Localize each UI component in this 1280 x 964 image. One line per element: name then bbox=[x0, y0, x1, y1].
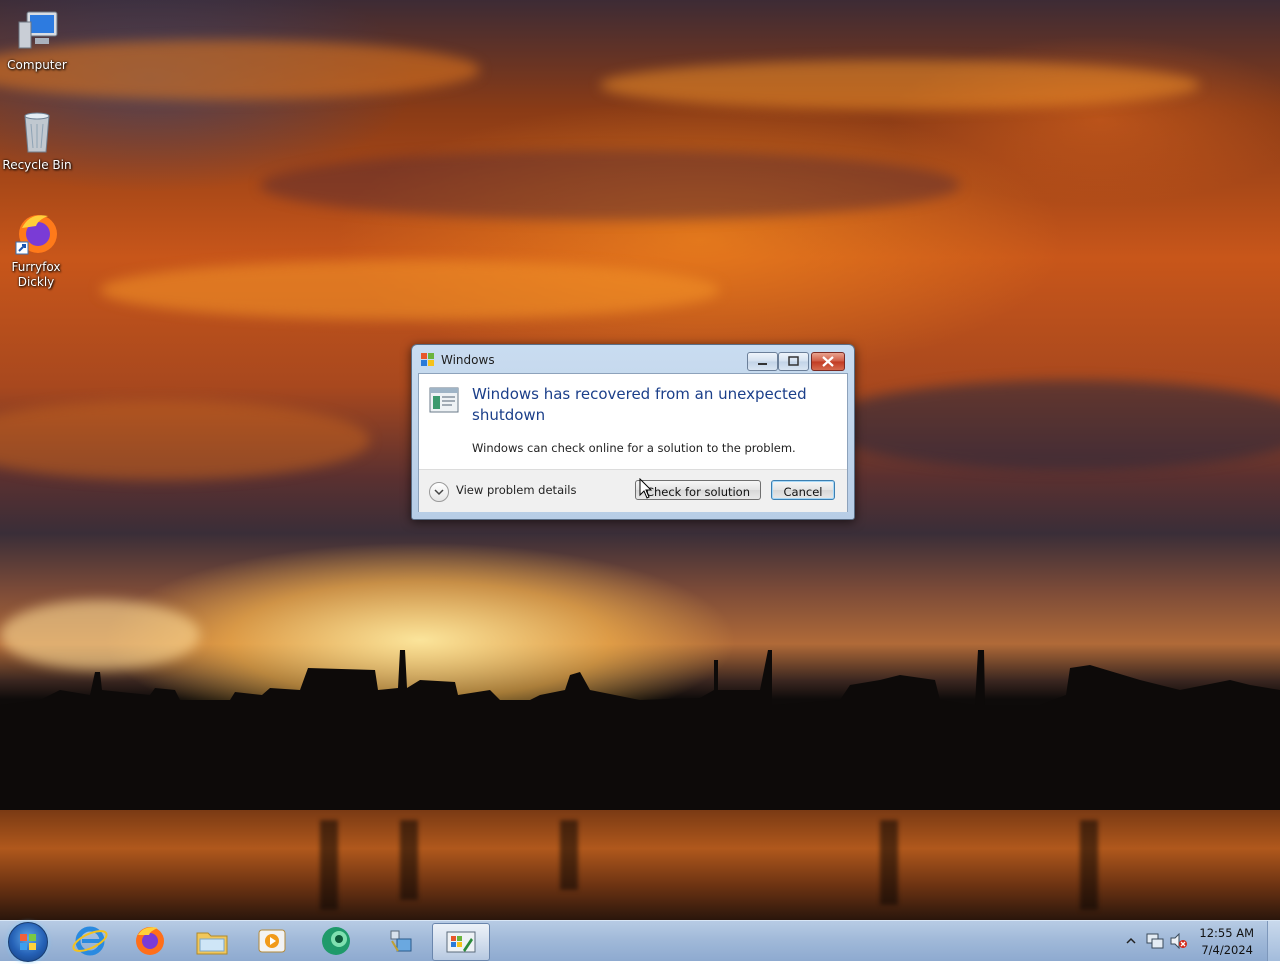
windows-recovery-dialog: Windows Windows has recovered from an un… bbox=[411, 344, 855, 520]
mouse-cursor-icon bbox=[639, 477, 653, 500]
close-button[interactable] bbox=[811, 352, 845, 371]
dialog-footer: View problem details Check for solution … bbox=[419, 469, 847, 512]
desktop-icon-label: Recycle Bin bbox=[2, 158, 72, 172]
minimize-button[interactable] bbox=[747, 352, 778, 371]
chevron-down-icon bbox=[434, 489, 444, 496]
file-explorer-icon bbox=[196, 932, 228, 955]
check-for-solution-button[interactable]: Check for solution bbox=[635, 480, 761, 500]
cancel-button[interactable]: Cancel bbox=[771, 480, 835, 500]
network-icon bbox=[1146, 933, 1164, 949]
firefox-shortcut-icon bbox=[12, 210, 60, 258]
taskbar-windows-dialog[interactable] bbox=[432, 923, 490, 961]
windows-flag-icon bbox=[420, 352, 436, 367]
dialog-client-area: Windows has recovered from an unexpected… bbox=[418, 373, 848, 512]
dialog-titlebar[interactable]: Windows bbox=[412, 345, 854, 373]
taskbar-green-app[interactable] bbox=[308, 923, 364, 959]
desktop-icon-recycle-bin[interactable]: Recycle Bin bbox=[0, 108, 74, 173]
main-instruction: Windows has recovered from an unexpected… bbox=[472, 385, 807, 424]
dialog-content: Windows has recovered from an unexpected… bbox=[419, 374, 847, 469]
show-desktop-button[interactable] bbox=[1267, 921, 1280, 961]
view-problem-details-link[interactable]: View problem details bbox=[456, 483, 577, 497]
volume-muted-icon bbox=[1170, 932, 1187, 950]
chevron-up-icon bbox=[1126, 937, 1136, 944]
clock-date: 7/4/2024 bbox=[1201, 943, 1253, 957]
clock-time: 12:55 AM bbox=[1199, 926, 1254, 940]
media-player-icon bbox=[258, 929, 286, 953]
taskbar-file-explorer[interactable] bbox=[184, 923, 240, 959]
desktop-icon-computer[interactable]: Computer bbox=[0, 8, 74, 73]
show-hidden-icons-button[interactable] bbox=[1126, 935, 1136, 949]
internet-explorer-icon bbox=[72, 926, 108, 956]
content-text: Windows can check online for a solution … bbox=[472, 441, 796, 455]
windows-logo-icon bbox=[20, 934, 36, 950]
firefox-icon bbox=[136, 927, 164, 955]
recycle-bin-icon bbox=[13, 108, 61, 156]
taskbar-media-player[interactable] bbox=[244, 923, 300, 959]
dialog-title: Windows bbox=[441, 353, 495, 367]
desktop-icon-label: Computer bbox=[7, 58, 67, 72]
desktop-icon-label: Furryfox Dickly bbox=[11, 260, 61, 289]
start-button[interactable] bbox=[8, 922, 48, 962]
taskbar-internet-explorer[interactable] bbox=[62, 923, 118, 959]
computer-icon bbox=[13, 8, 61, 56]
expand-details-button[interactable] bbox=[429, 482, 449, 502]
taskbar-firefox[interactable] bbox=[122, 923, 178, 959]
windows-dialog-icon bbox=[446, 931, 476, 953]
window-app-icon bbox=[429, 387, 459, 413]
system-tray: 12:55 AM 7/4/2024 bbox=[1120, 921, 1280, 961]
network-tray-button[interactable] bbox=[1146, 933, 1164, 952]
minimize-icon bbox=[758, 363, 767, 365]
volume-tray-button[interactable] bbox=[1170, 932, 1188, 952]
maximize-icon bbox=[788, 356, 799, 366]
taskbar-program[interactable] bbox=[372, 923, 428, 959]
taskbar: 12:55 AM 7/4/2024 bbox=[0, 920, 1280, 962]
green-app-icon bbox=[322, 927, 350, 955]
desktop-icon-firefox[interactable]: Furryfox Dickly bbox=[0, 210, 72, 290]
maximize-button[interactable] bbox=[778, 352, 809, 371]
program-icon bbox=[390, 930, 412, 952]
close-icon bbox=[822, 356, 834, 367]
